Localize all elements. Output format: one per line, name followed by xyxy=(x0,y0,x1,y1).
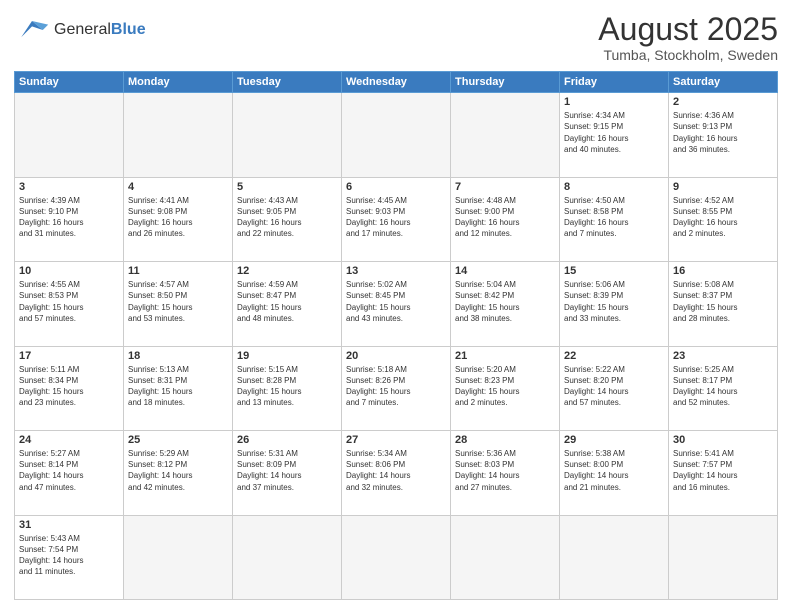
month-title: August 2025 xyxy=(598,12,778,47)
day-23: 23 Sunrise: 5:25 AMSunset: 8:17 PMDaylig… xyxy=(669,346,778,430)
day-20: 20 Sunrise: 5:18 AMSunset: 8:26 PMDaylig… xyxy=(342,346,451,430)
day-25: 25 Sunrise: 5:29 AMSunset: 8:12 PMDaylig… xyxy=(124,431,233,515)
header-wednesday: Wednesday xyxy=(342,72,451,93)
day-9: 9 Sunrise: 4:52 AMSunset: 8:55 PMDayligh… xyxy=(669,177,778,261)
day-22: 22 Sunrise: 5:22 AMSunset: 8:20 PMDaylig… xyxy=(560,346,669,430)
day-empty xyxy=(669,515,778,599)
calendar-row-5: 24 Sunrise: 5:27 AMSunset: 8:14 PMDaylig… xyxy=(15,431,778,515)
day-empty xyxy=(560,515,669,599)
location-title: Tumba, Stockholm, Sweden xyxy=(598,47,778,63)
day-13: 13 Sunrise: 5:02 AMSunset: 8:45 PMDaylig… xyxy=(342,262,451,346)
day-28: 28 Sunrise: 5:36 AMSunset: 8:03 PMDaylig… xyxy=(451,431,560,515)
day-21: 21 Sunrise: 5:20 AMSunset: 8:23 PMDaylig… xyxy=(451,346,560,430)
day-18: 18 Sunrise: 5:13 AMSunset: 8:31 PMDaylig… xyxy=(124,346,233,430)
day-empty xyxy=(451,93,560,177)
calendar-table: Sunday Monday Tuesday Wednesday Thursday… xyxy=(14,71,778,600)
calendar-row-1: 1 Sunrise: 4:34 AMSunset: 9:15 PMDayligh… xyxy=(15,93,778,177)
day-27: 27 Sunrise: 5:34 AMSunset: 8:06 PMDaylig… xyxy=(342,431,451,515)
day-12: 12 Sunrise: 4:59 AMSunset: 8:47 PMDaylig… xyxy=(233,262,342,346)
day-empty xyxy=(124,515,233,599)
title-section: August 2025 Tumba, Stockholm, Sweden xyxy=(598,12,778,63)
day-3: 3 Sunrise: 4:39 AMSunset: 9:10 PMDayligh… xyxy=(15,177,124,261)
day-empty xyxy=(233,515,342,599)
day-1: 1 Sunrise: 4:34 AMSunset: 9:15 PMDayligh… xyxy=(560,93,669,177)
header-saturday: Saturday xyxy=(669,72,778,93)
day-30: 30 Sunrise: 5:41 AMSunset: 7:57 PMDaylig… xyxy=(669,431,778,515)
day-31: 31 Sunrise: 5:43 AMSunset: 7:54 PMDaylig… xyxy=(15,515,124,599)
day-empty xyxy=(124,93,233,177)
day-29: 29 Sunrise: 5:38 AMSunset: 8:00 PMDaylig… xyxy=(560,431,669,515)
day-16: 16 Sunrise: 5:08 AMSunset: 8:37 PMDaylig… xyxy=(669,262,778,346)
day-4: 4 Sunrise: 4:41 AMSunset: 9:08 PMDayligh… xyxy=(124,177,233,261)
calendar-row-3: 10 Sunrise: 4:55 AMSunset: 8:53 PMDaylig… xyxy=(15,262,778,346)
page-header: GeneralBlue August 2025 Tumba, Stockholm… xyxy=(14,12,778,63)
day-6: 6 Sunrise: 4:45 AMSunset: 9:03 PMDayligh… xyxy=(342,177,451,261)
weekday-header-row: Sunday Monday Tuesday Wednesday Thursday… xyxy=(15,72,778,93)
day-empty xyxy=(233,93,342,177)
day-7: 7 Sunrise: 4:48 AMSunset: 9:00 PMDayligh… xyxy=(451,177,560,261)
day-15: 15 Sunrise: 5:06 AMSunset: 8:39 PMDaylig… xyxy=(560,262,669,346)
day-17: 17 Sunrise: 5:11 AMSunset: 8:34 PMDaylig… xyxy=(15,346,124,430)
calendar-row-4: 17 Sunrise: 5:11 AMSunset: 8:34 PMDaylig… xyxy=(15,346,778,430)
header-friday: Friday xyxy=(560,72,669,93)
calendar-row-6: 31 Sunrise: 5:43 AMSunset: 7:54 PMDaylig… xyxy=(15,515,778,599)
day-14: 14 Sunrise: 5:04 AMSunset: 8:42 PMDaylig… xyxy=(451,262,560,346)
header-monday: Monday xyxy=(124,72,233,93)
logo: GeneralBlue xyxy=(14,12,146,48)
header-thursday: Thursday xyxy=(451,72,560,93)
day-empty xyxy=(451,515,560,599)
day-24: 24 Sunrise: 5:27 AMSunset: 8:14 PMDaylig… xyxy=(15,431,124,515)
calendar-row-2: 3 Sunrise: 4:39 AMSunset: 9:10 PMDayligh… xyxy=(15,177,778,261)
logo-text: GeneralBlue xyxy=(54,21,146,39)
day-empty xyxy=(342,515,451,599)
day-empty xyxy=(15,93,124,177)
day-8: 8 Sunrise: 4:50 AMSunset: 8:58 PMDayligh… xyxy=(560,177,669,261)
day-26: 26 Sunrise: 5:31 AMSunset: 8:09 PMDaylig… xyxy=(233,431,342,515)
day-5: 5 Sunrise: 4:43 AMSunset: 9:05 PMDayligh… xyxy=(233,177,342,261)
logo-icon xyxy=(14,12,50,48)
day-19: 19 Sunrise: 5:15 AMSunset: 8:28 PMDaylig… xyxy=(233,346,342,430)
day-11: 11 Sunrise: 4:57 AMSunset: 8:50 PMDaylig… xyxy=(124,262,233,346)
header-sunday: Sunday xyxy=(15,72,124,93)
header-tuesday: Tuesday xyxy=(233,72,342,93)
day-empty xyxy=(342,93,451,177)
day-2: 2 Sunrise: 4:36 AMSunset: 9:13 PMDayligh… xyxy=(669,93,778,177)
day-10: 10 Sunrise: 4:55 AMSunset: 8:53 PMDaylig… xyxy=(15,262,124,346)
